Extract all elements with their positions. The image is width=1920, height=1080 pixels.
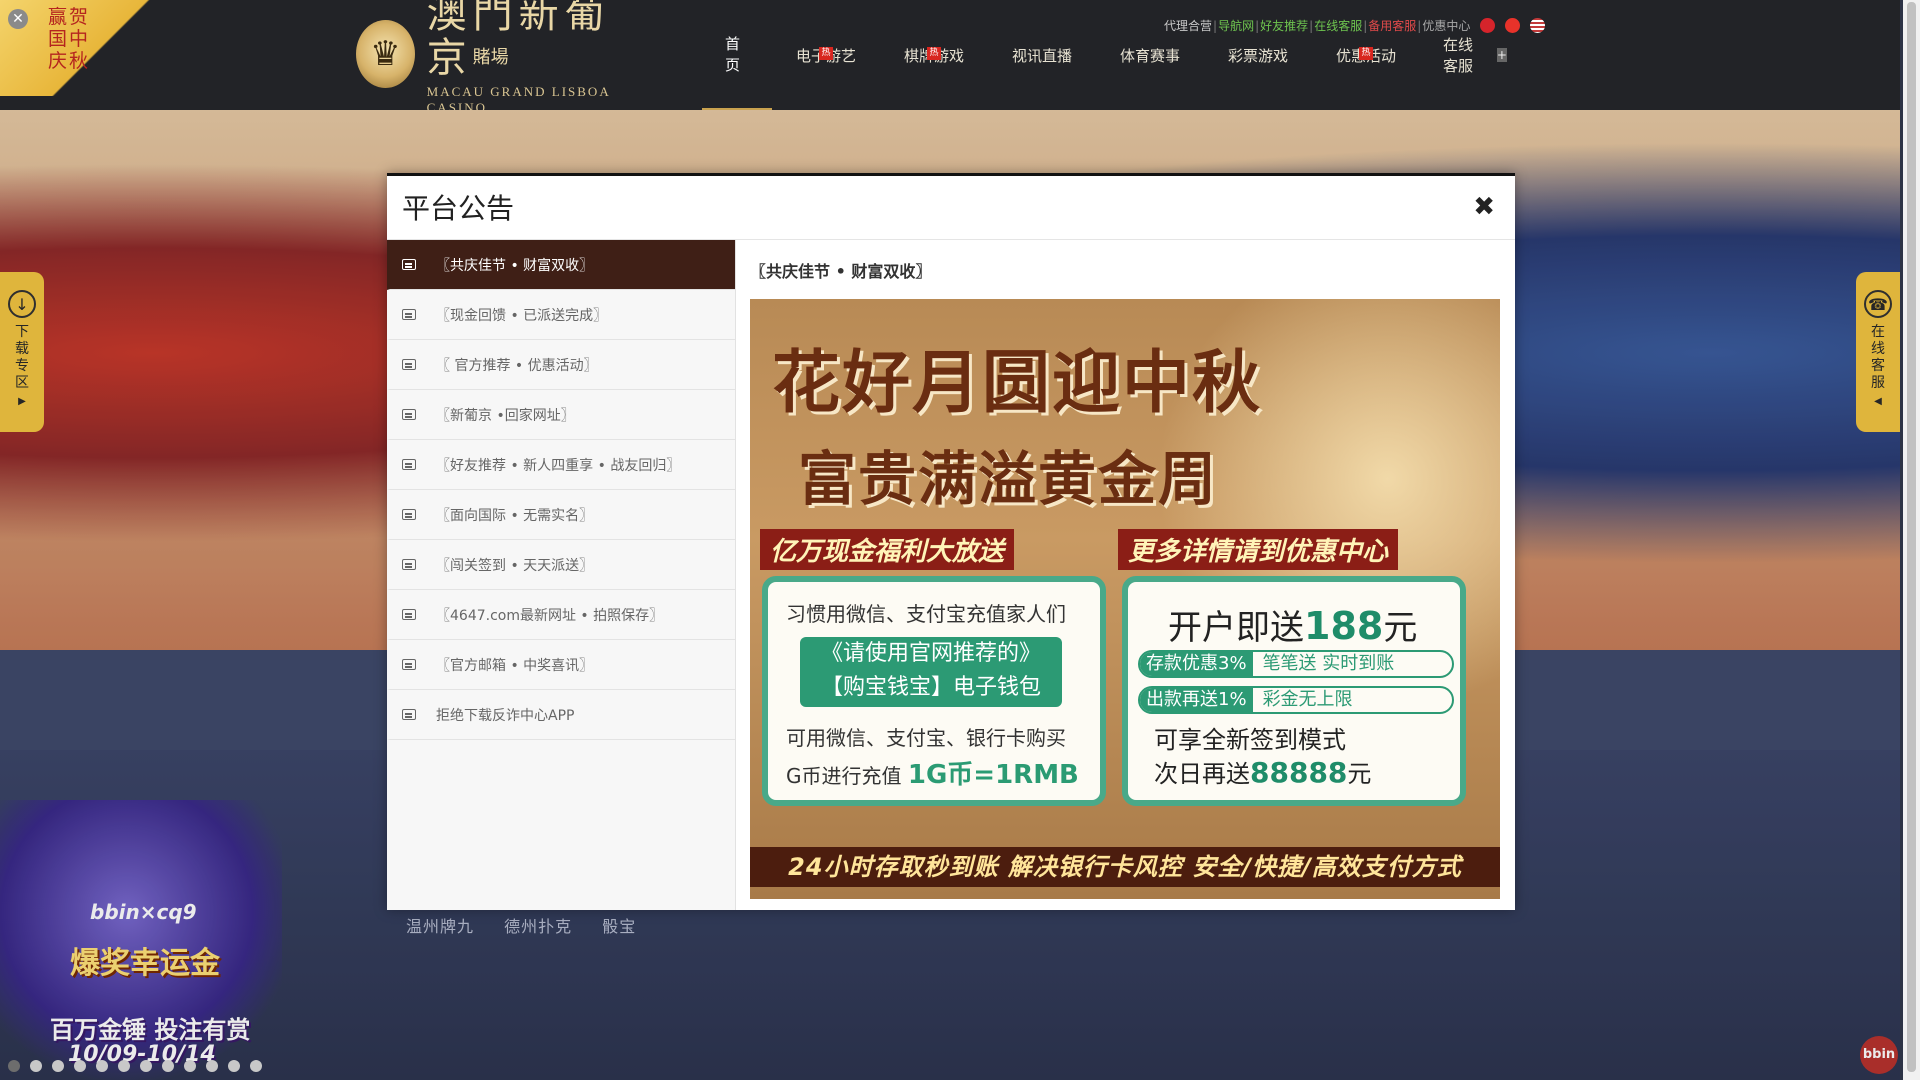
nav-home[interactable]: 首页 xyxy=(702,0,772,110)
panel-text: G币进行充值 1G币=1RMB xyxy=(786,760,1079,790)
content-title: 〖共庆佳节 • 财富双收〗 xyxy=(750,262,932,281)
nav-promos[interactable]: 热优惠活动 xyxy=(1312,0,1420,110)
nav-cards[interactable]: 热棋牌游戏 xyxy=(880,0,988,110)
promo-ribbon: 亿万现金福利大放送 xyxy=(760,529,1015,570)
panel-text: 习惯用微信、支付宝充值家人们 xyxy=(786,602,1066,626)
panel-text: 可用微信、支付宝、银行卡购买 xyxy=(786,726,1066,750)
promo-ribbon: 更多详情请到优惠中心 xyxy=(1118,529,1399,570)
panel-text: 可享全新签到模式 xyxy=(1154,726,1346,754)
page-scrollbar[interactable] xyxy=(1903,0,1920,1080)
festival-corner-badge[interactable]: ✕ 赢贺 国中 庆秋 xyxy=(0,0,150,96)
notice-item[interactable]: 〖官方邮箱 • 中奖喜讯〗 xyxy=(387,640,735,690)
message-icon xyxy=(402,609,416,620)
notice-item[interactable]: 〖闯关签到 • 天天派送〗 xyxy=(387,540,735,590)
notice-item[interactable]: 〖面向国际 • 无需实名〗 xyxy=(387,490,735,540)
notice-item[interactable]: 〖好友推荐 • 新人四重享 • 战友回归〗 xyxy=(387,440,735,490)
message-icon xyxy=(402,409,416,420)
message-icon xyxy=(402,459,416,470)
notice-item[interactable]: 〖现金回馈 • 已派送完成〗 xyxy=(387,290,735,340)
notice-list: 〖共庆佳节 • 财富双收〗 〖现金回馈 • 已派送完成〗 〖 官方推荐 • 优惠… xyxy=(387,240,736,910)
deposit-bonus-pill: 存款优惠3% 笔笔送 实时到账 xyxy=(1138,650,1454,678)
us-flag-icon[interactable] xyxy=(1530,18,1546,33)
main-nav: 首页 热电子游艺 热棋牌游戏 视讯直播 体育赛事 彩票游戏 热优惠活动 在线客服… xyxy=(702,0,1530,110)
bonus-panel: 开户即送188元 存款优惠3% 笔笔送 实时到账 出款再送1% 彩金无上限 可享全新… xyxy=(1122,576,1466,806)
notice-item[interactable]: 〖新葡京 •回家网址〗 xyxy=(387,390,735,440)
close-icon[interactable]: ✕ xyxy=(8,9,28,29)
panel-text: 次日再送88888元 xyxy=(1154,756,1372,789)
notice-item[interactable]: 〖共庆佳节 • 财富双收〗 xyxy=(387,240,735,290)
nav-egames[interactable]: 热电子游艺 xyxy=(772,0,880,110)
message-icon xyxy=(402,709,416,720)
withdraw-bonus-pill: 出款再送1% 彩金无上限 xyxy=(1138,686,1454,714)
logo-chinese: 澳門新葡京賭場 xyxy=(426,0,611,81)
nav-sports[interactable]: 体育赛事 xyxy=(1096,0,1204,110)
message-icon xyxy=(402,509,416,520)
plus-icon[interactable]: + xyxy=(1496,48,1507,62)
notice-item[interactable]: 〖 官方推荐 • 优惠活动〗 xyxy=(387,340,735,390)
site-logo[interactable]: ♛ 澳門新葡京賭場 MACAU GRAND LISBOA CASINO xyxy=(356,0,656,115)
message-icon xyxy=(402,309,416,320)
promo-title: 花好月圆迎中秋 xyxy=(772,343,1263,423)
scrollbar-thumb[interactable] xyxy=(1907,2,1916,1072)
close-icon[interactable]: ✖ xyxy=(1473,192,1495,222)
signup-bonus: 开户即送188元 xyxy=(1168,604,1418,648)
promo-subtitle: 富贵满溢黄金周 xyxy=(798,445,1219,513)
promo-footer-banner: 24小时存取秒到账 解决银行卡风控 安全/快捷/高效支付方式 xyxy=(750,847,1500,887)
message-icon xyxy=(402,659,416,670)
hot-badge: 热 xyxy=(927,47,941,60)
wallet-box: 《请使用官网推荐的》 【购宝钱宝】电子钱包 xyxy=(800,637,1062,707)
notice-content: 〖共庆佳节 • 财富双收〗 花好月圆迎中秋 富贵满溢黄金周 亿万现金福利大放送 … xyxy=(750,240,1502,910)
notice-item[interactable]: 拒绝下载反诈中心APP xyxy=(387,690,735,740)
logo-emblem-icon: ♛ xyxy=(356,20,415,88)
nav-support[interactable]: 在线客服 + xyxy=(1420,0,1530,110)
site-header: ✕ 赢贺 国中 庆秋 ♛ 澳門新葡京賭場 MACAU GRAND LISBOA … xyxy=(0,0,1900,115)
message-icon xyxy=(402,259,416,270)
promo-image: 花好月圆迎中秋 富贵满溢黄金周 亿万现金福利大放送 更多详情请到优惠中心 习惯用… xyxy=(750,299,1500,899)
nav-lottery[interactable]: 彩票游戏 xyxy=(1204,0,1312,110)
notice-item[interactable]: 〖4647.com最新网址 • 拍照保存〗 xyxy=(387,590,735,640)
announcement-modal: 平台公告 ✖ 〖共庆佳节 • 财富双收〗 〖现金回馈 • 已派送完成〗 〖 官方… xyxy=(387,173,1515,910)
hot-badge: 热 xyxy=(819,47,833,60)
message-icon xyxy=(402,359,416,370)
modal-title: 平台公告 xyxy=(402,192,515,225)
hot-badge: 热 xyxy=(1359,47,1373,60)
wallet-panel: 习惯用微信、支付宝充值家人们 《请使用官网推荐的》 【购宝钱宝】电子钱包 可用微… xyxy=(762,576,1106,806)
message-icon xyxy=(402,559,416,570)
nav-live[interactable]: 视讯直播 xyxy=(988,0,1096,110)
festival-text: 赢贺 国中 庆秋 xyxy=(48,6,91,72)
